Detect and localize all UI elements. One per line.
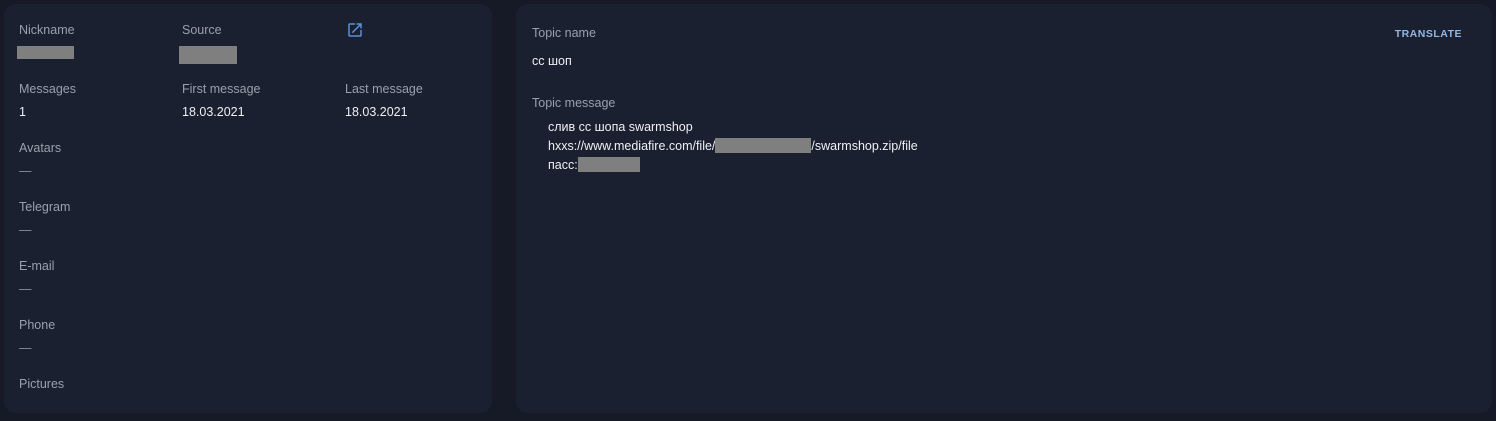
phone-field: Phone —: [19, 317, 55, 356]
telegram-value: —: [19, 223, 32, 237]
email-label: E-mail: [19, 259, 55, 273]
phone-label: Phone: [19, 318, 56, 332]
password-redacted: [577, 157, 640, 172]
topic-name-field: Topic name cc шоп: [532, 25, 596, 69]
external-link-icon[interactable]: [346, 21, 364, 39]
email-value: —: [19, 282, 32, 296]
avatars-value: —: [19, 164, 32, 178]
translate-button[interactable]: TRANSLATE: [1395, 28, 1462, 40]
message-line-1: слив cc шопа swarmshop: [548, 120, 693, 134]
topic-panel: Topic name cc шоп TRANSLATE Topic messag…: [516, 4, 1492, 413]
messages-label: Messages: [19, 82, 76, 96]
avatars-field: Avatars —: [19, 140, 61, 179]
message-url-prefix: hxxs://www.mediafire.com/file/: [548, 139, 716, 153]
first-message-value: 18.03.2021: [182, 105, 245, 119]
url-redacted: [715, 138, 812, 153]
pictures-field: Pictures: [19, 376, 64, 392]
last-message-value: 18.03.2021: [345, 105, 408, 119]
nickname-label: Nickname: [19, 23, 75, 37]
topic-name-value: cc шоп: [532, 54, 572, 68]
email-field: E-mail —: [19, 258, 54, 297]
topic-message-field: Topic message: [532, 95, 615, 111]
source-redacted: [179, 46, 237, 64]
topic-message-label: Topic message: [532, 96, 616, 110]
first-message-label: First message: [182, 82, 261, 96]
nickname-redacted: [17, 46, 74, 59]
telegram-label: Telegram: [19, 200, 71, 214]
first-message-field: First message 18.03.2021: [182, 81, 261, 120]
message-line-3: пасс:: [548, 157, 640, 173]
topic-name-label: Topic name: [532, 26, 596, 40]
last-message-field: Last message 18.03.2021: [345, 81, 423, 120]
avatars-label: Avatars: [19, 141, 62, 155]
telegram-field: Telegram —: [19, 199, 70, 238]
messages-value: 1: [19, 105, 26, 119]
message-url-suffix: /swarmshop.zip/file: [811, 139, 918, 153]
source-field: Source: [182, 22, 222, 38]
phone-value: —: [19, 341, 32, 355]
messages-field: Messages 1: [19, 81, 76, 120]
profile-panel: Nickname Source Messages 1 First message…: [4, 4, 492, 413]
pictures-label: Pictures: [19, 377, 65, 391]
message-line-2: hxxs://www.mediafire.com/file/ /swarmshop…: [548, 138, 918, 154]
nickname-field: Nickname: [19, 22, 75, 38]
source-label: Source: [182, 23, 222, 37]
last-message-label: Last message: [345, 82, 423, 96]
message-pass-prefix: пасс:: [548, 158, 578, 172]
